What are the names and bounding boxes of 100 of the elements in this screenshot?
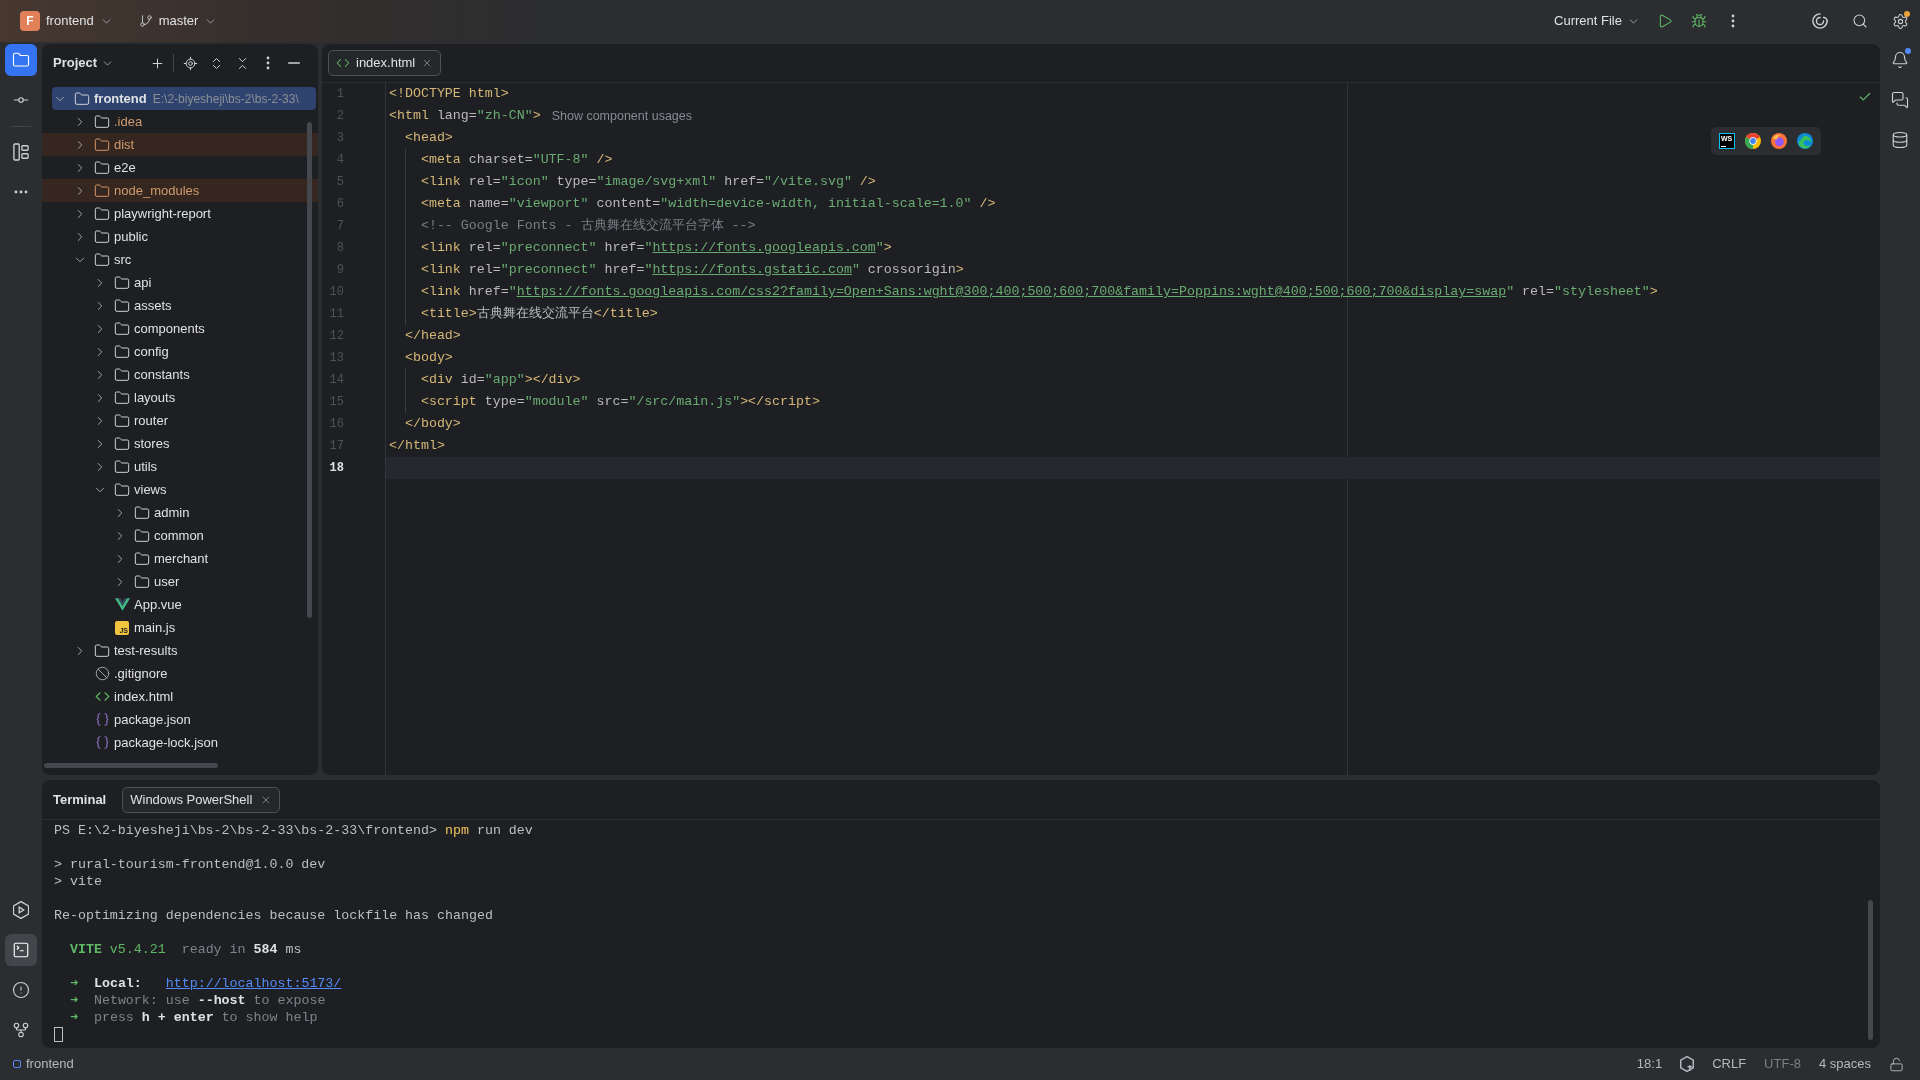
tree-item[interactable]: router xyxy=(42,409,318,432)
folder-icon xyxy=(114,435,130,452)
code-line: <html lang="zh-CN"> xyxy=(389,107,541,126)
more-icon xyxy=(1731,14,1735,28)
tree-item[interactable]: merchant xyxy=(42,547,318,570)
tree-item[interactable]: constants xyxy=(42,363,318,386)
tree-item[interactable]: test-results xyxy=(42,639,318,662)
cursor-icon xyxy=(54,1027,63,1042)
folder-icon xyxy=(114,458,130,475)
code-line: <meta charset="UTF-8" /> xyxy=(419,151,613,170)
folder-icon xyxy=(74,90,90,107)
code-line: <head> xyxy=(403,129,453,148)
tree-item[interactable]: App.vue xyxy=(42,593,318,616)
bug-icon xyxy=(1691,13,1707,29)
tool-window-button[interactable] xyxy=(5,44,37,76)
tree-item[interactable]: components xyxy=(42,317,318,340)
scrollbar-thumb[interactable] xyxy=(307,122,312,618)
tree-item[interactable]: views xyxy=(42,478,318,501)
folder-icon xyxy=(94,205,110,222)
branch-icon xyxy=(138,14,153,28)
terminal-line: Re-optimizing dependencies because lockfile has changed xyxy=(54,907,494,924)
structure-icon xyxy=(13,143,29,161)
folder-icon xyxy=(94,642,110,659)
editor-tab[interactable]: index.html xyxy=(328,50,442,76)
terminal-link[interactable]: http://localhost:5173/ xyxy=(165,976,342,991)
tree-item[interactable]: .gitignore xyxy=(42,662,318,685)
view-selector[interactable]: Project xyxy=(53,53,115,73)
terminal-line: PS E:\2-biyesheji\bs-2\bs-2-33\bs-2-33\frontend> npm run dev xyxy=(54,822,534,839)
code-line: <script type="module" src="/src/main.js"></script> xyxy=(419,393,820,412)
run-configuration-selector[interactable]: Current File xyxy=(1550,7,1644,35)
folder-icon xyxy=(134,504,150,521)
code-line: <div id="app"></div> xyxy=(419,371,581,390)
folder-icon xyxy=(114,320,130,337)
code-line: </head> xyxy=(403,327,461,346)
inlay-hint[interactable]: Show component usages xyxy=(551,106,692,126)
tree-item[interactable]: assets xyxy=(42,294,318,317)
tree-item[interactable]: dist xyxy=(42,133,318,156)
play-icon xyxy=(1657,13,1673,29)
code-line: </body> xyxy=(403,415,461,434)
status-item[interactable]: CRLF xyxy=(1712,1054,1747,1074)
branch-selector[interactable]: master xyxy=(134,7,222,35)
browser-icon[interactable] xyxy=(1771,133,1787,149)
folder-icon xyxy=(114,389,130,406)
browser-icon[interactable] xyxy=(1745,133,1761,149)
folder-icon xyxy=(114,274,130,291)
folder-icon xyxy=(134,573,150,590)
chat-icon xyxy=(1891,91,1909,109)
code-line: <meta name="viewport" content="width=device-width, initial-scale=1.0" /> xyxy=(419,195,996,214)
tree-item[interactable]: api xyxy=(42,271,318,294)
status-item[interactable]: 4 spaces xyxy=(1818,1054,1871,1074)
browser-icon[interactable] xyxy=(1797,133,1813,149)
folder-icon xyxy=(94,182,110,199)
check-icon[interactable] xyxy=(1858,90,1872,104)
tree-item[interactable]: layouts xyxy=(42,386,318,409)
tree-item[interactable]: .idea xyxy=(42,110,318,133)
tool-window-button[interactable] xyxy=(5,934,37,966)
folder-icon xyxy=(94,113,110,130)
folder-icon xyxy=(134,550,150,567)
workspace-switcher[interactable]: F frontend xyxy=(16,7,117,35)
scrollbar-thumb[interactable] xyxy=(44,763,218,768)
tree-item[interactable]: admin xyxy=(42,501,318,524)
minus-icon xyxy=(288,62,300,64)
tree-item[interactable]: frontend E:\2-biyesheji\bs-2\bs-2-33\ xyxy=(52,87,316,110)
tree-item[interactable]: node_modules xyxy=(42,179,318,202)
braces-icon xyxy=(94,712,110,727)
tree-item[interactable]: public xyxy=(42,225,318,248)
folder-icon xyxy=(114,481,130,498)
folder-icon xyxy=(94,251,110,268)
status-item[interactable]: 18:1 xyxy=(1636,1054,1663,1074)
hexagon-icon[interactable] xyxy=(1680,1056,1695,1072)
search-icon xyxy=(1852,13,1868,29)
tree-item[interactable]: package-lock.json xyxy=(42,731,318,754)
breadcrumb[interactable]: frontend xyxy=(13,1054,74,1074)
tree-item[interactable]: stores xyxy=(42,432,318,455)
code-line: <!DOCTYPE html> xyxy=(389,85,509,104)
tree-item[interactable]: user xyxy=(42,570,318,593)
folder-icon xyxy=(114,297,130,314)
scrollbar-thumb[interactable] xyxy=(1868,900,1873,1040)
tree-item[interactable]: utils xyxy=(42,455,318,478)
crosshair-icon xyxy=(182,55,198,71)
unlock-icon[interactable] xyxy=(1889,1056,1904,1072)
code-icon xyxy=(94,689,110,704)
project-path: E:\2-biyesheji\bs-2\bs-2-33\ xyxy=(152,90,299,108)
tree-item[interactable]: src xyxy=(42,248,318,271)
braces-icon xyxy=(94,735,110,750)
tree-item[interactable]: package.json xyxy=(42,708,318,731)
spiral-icon xyxy=(1812,13,1828,29)
project-logo: F xyxy=(20,11,40,31)
tree-item[interactable]: config xyxy=(42,340,318,363)
terminal-tab[interactable]: Windows PowerShell xyxy=(122,786,281,813)
terminal-icon xyxy=(12,941,30,959)
folder-icon xyxy=(114,366,130,383)
panel-title: Terminal xyxy=(53,790,107,809)
tree-item[interactable]: playwright-report xyxy=(42,202,318,225)
folder-icon xyxy=(114,412,130,429)
tree-item[interactable]: e2e xyxy=(42,156,318,179)
folder-icon xyxy=(134,527,150,544)
tree-item[interactable]: common xyxy=(42,524,318,547)
tree-item[interactable]: index.html xyxy=(42,685,318,708)
code-line: <link rel="preconnect" href="https://fonts.gstatic.com" crossorigin> xyxy=(419,261,964,280)
